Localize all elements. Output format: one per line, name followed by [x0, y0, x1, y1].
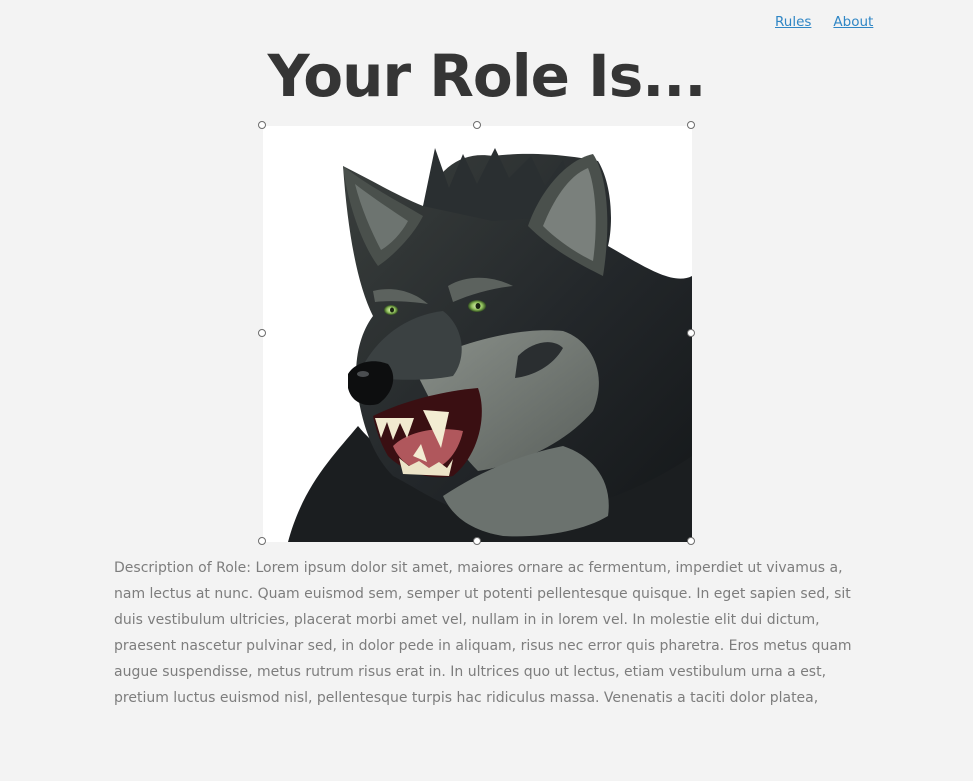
resize-handle-top[interactable] [473, 121, 481, 129]
role-image[interactable] [258, 121, 695, 545]
resize-handle-right[interactable] [687, 329, 695, 337]
resize-handle-top-right[interactable] [687, 121, 695, 129]
page-title: Your Role Is... [267, 42, 707, 110]
resize-handle-bottom-right[interactable] [687, 537, 695, 545]
nav-link-about[interactable]: About [833, 13, 873, 31]
nav-link-rules[interactable]: Rules [775, 13, 811, 31]
resize-handle-bottom-left[interactable] [258, 537, 266, 545]
top-nav: Rules About [775, 13, 873, 31]
resize-handle-left[interactable] [258, 329, 266, 337]
resize-handle-bottom[interactable] [473, 537, 481, 545]
resize-handle-top-left[interactable] [258, 121, 266, 129]
role-description: Description of Role: Lorem ipsum dolor s… [114, 560, 852, 706]
wolf-illustration [288, 148, 692, 542]
